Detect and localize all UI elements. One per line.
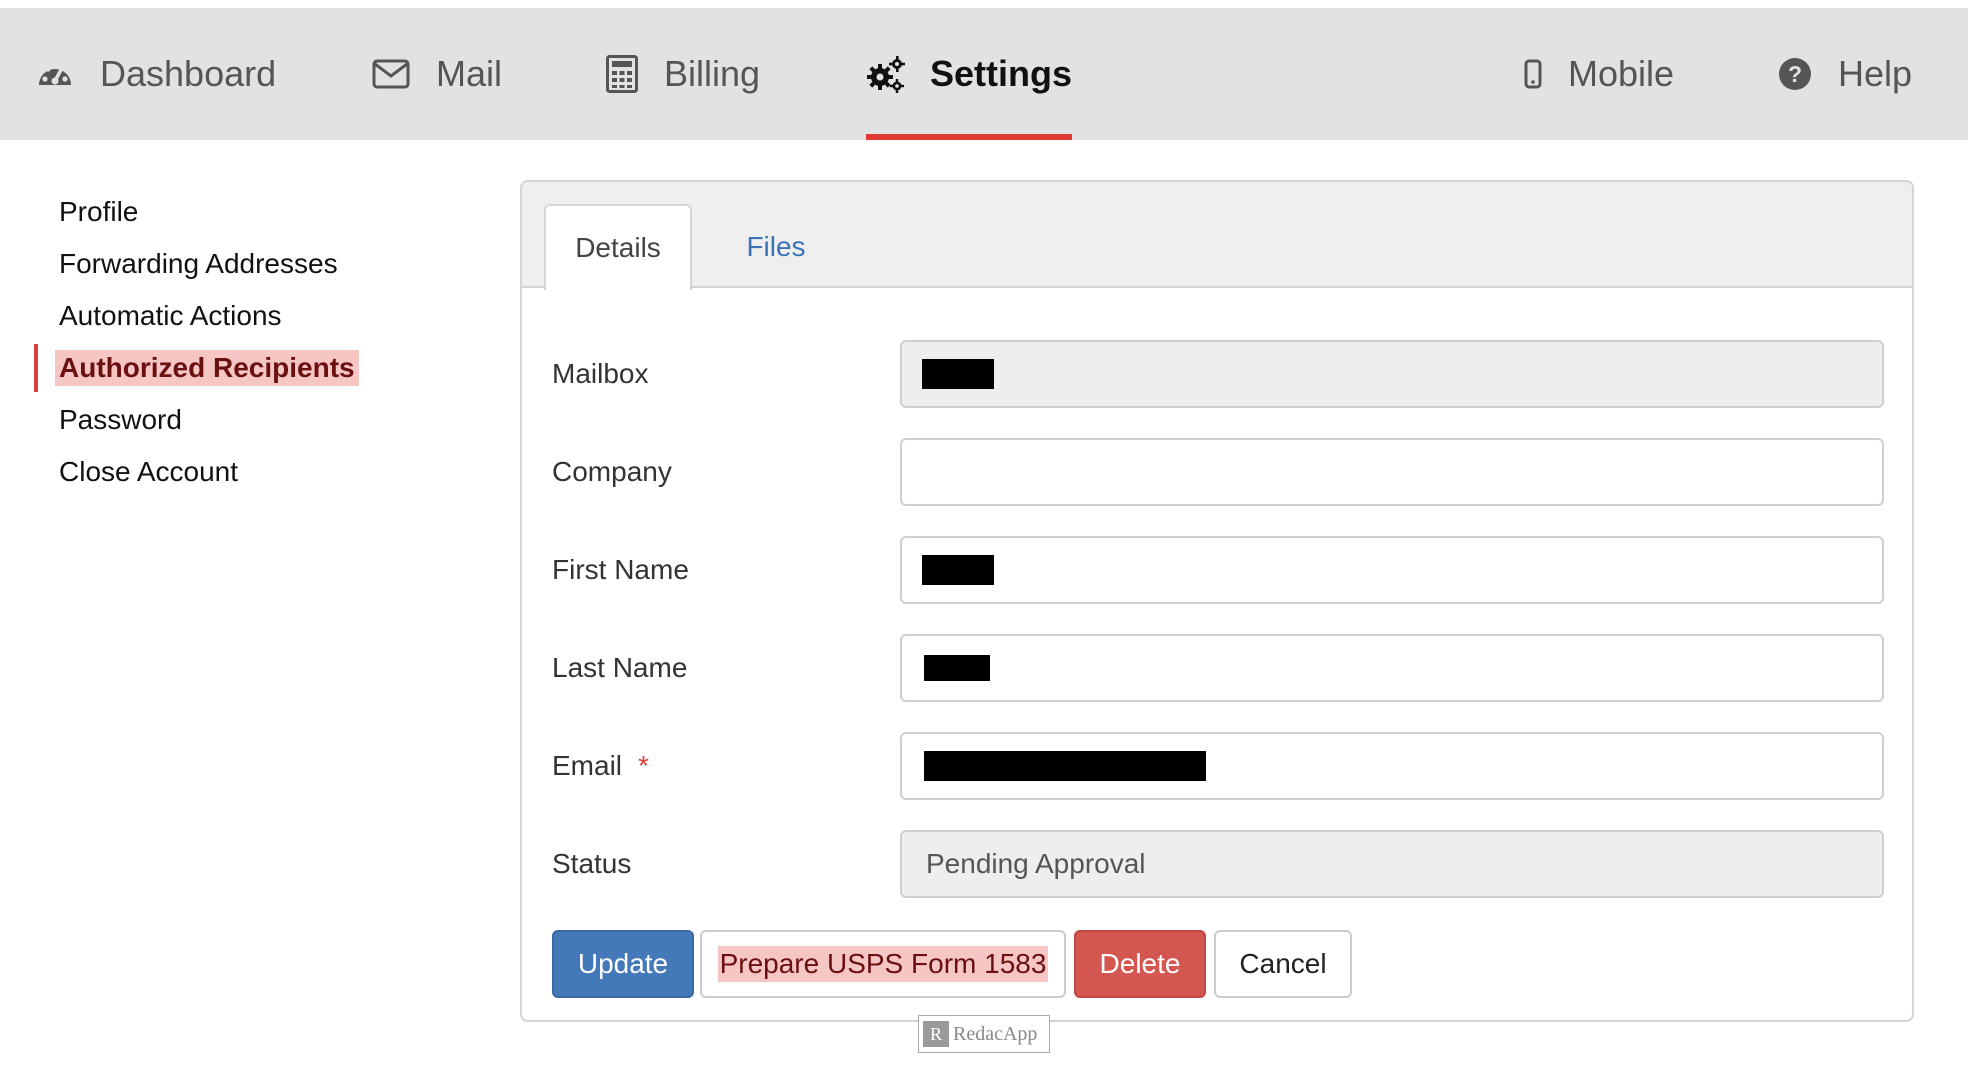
nav-item-billing[interactable]: Billing	[606, 8, 760, 140]
email-row: Email *	[552, 732, 1884, 800]
sidebar-item-close-account[interactable]: Close Account	[34, 446, 454, 498]
redaction-block	[922, 555, 994, 585]
tab-strip: Details Files	[522, 182, 1912, 290]
sidebar-item-label: Password	[59, 404, 182, 435]
prepare-usps-form-button[interactable]: Prepare USPS Form 1583	[700, 930, 1066, 998]
sidebar-item-authorized-recipients[interactable]: Authorized Recipients	[34, 342, 454, 394]
gears-icon	[866, 55, 906, 93]
nav-label-help: Help	[1838, 53, 1913, 94]
sidebar-item-automatic-actions[interactable]: Automatic Actions	[34, 290, 454, 342]
sidebar-item-label: Authorized Recipients	[55, 350, 359, 386]
watermark-text: RedacApp	[953, 1022, 1038, 1045]
question-circle-icon: ?	[1778, 57, 1812, 91]
settings-sidebar: Profile Forwarding Addresses Automatic A…	[34, 186, 454, 498]
first-name-row: First Name	[552, 536, 1884, 604]
redaction-block	[922, 359, 994, 389]
nav-item-mobile[interactable]: Mobile	[1524, 8, 1674, 140]
sidebar-item-label: Close Account	[59, 456, 238, 487]
last-name-input[interactable]	[900, 634, 1884, 702]
prepare-usps-form-label: Prepare USPS Form 1583	[717, 946, 1049, 982]
sidebar-item-label: Profile	[59, 196, 139, 227]
envelope-icon	[372, 59, 410, 89]
svg-text:?: ?	[1788, 61, 1802, 87]
mailbox-row: Mailbox	[552, 340, 1884, 408]
tab-files[interactable]: Files	[702, 204, 850, 290]
calculator-icon	[606, 55, 638, 93]
tab-label: Details	[575, 232, 661, 263]
nav-item-settings[interactable]: Settings	[866, 8, 1073, 140]
first-name-input[interactable]	[900, 536, 1884, 604]
required-marker: *	[638, 750, 649, 781]
redacapp-logo-icon: R	[923, 1021, 949, 1047]
status-row: Status	[552, 830, 1884, 898]
redaction-block	[924, 751, 1206, 781]
nav-label-billing: Billing	[664, 53, 761, 94]
company-input[interactable]	[900, 438, 1884, 506]
status-field	[900, 830, 1884, 898]
company-row: Company	[552, 438, 1884, 506]
mobile-phone-icon	[1524, 59, 1542, 89]
nav-item-dashboard[interactable]: Dashboard	[36, 8, 276, 140]
nav-item-mail[interactable]: Mail	[372, 8, 502, 140]
recipient-details-panel: Details Files Mailbox Company First Name…	[520, 180, 1914, 1022]
sidebar-item-label: Forwarding Addresses	[59, 248, 338, 279]
last-name-label: Last Name	[552, 652, 688, 683]
status-label: Status	[552, 848, 632, 879]
redaction-block	[924, 655, 990, 681]
delete-button[interactable]: Delete	[1074, 930, 1206, 998]
nav-item-help[interactable]: ? Help	[1778, 8, 1912, 140]
cancel-button[interactable]: Cancel	[1214, 930, 1352, 998]
nav-label-settings: Settings	[930, 53, 1073, 94]
email-label: Email *	[552, 732, 649, 800]
sidebar-item-forwarding-addresses[interactable]: Forwarding Addresses	[34, 238, 454, 290]
company-label: Company	[552, 456, 672, 487]
email-input[interactable]	[900, 732, 1884, 800]
tab-label: Files	[746, 231, 806, 262]
sidebar-item-password[interactable]: Password	[34, 394, 454, 446]
last-name-row: Last Name	[552, 634, 1884, 702]
nav-label-mobile: Mobile	[1568, 53, 1675, 94]
dashboard-icon	[36, 55, 74, 93]
redacapp-watermark: R RedacApp	[918, 1015, 1050, 1053]
first-name-label: First Name	[552, 554, 689, 585]
mailbox-field	[900, 340, 1884, 408]
tab-details[interactable]: Details	[544, 204, 692, 290]
sidebar-item-profile[interactable]: Profile	[34, 186, 454, 238]
nav-label-dashboard: Dashboard	[100, 53, 277, 94]
mailbox-label: Mailbox	[552, 358, 649, 389]
top-navigation: Dashboard Mail Billing Settings Mobile ?…	[0, 8, 1968, 140]
sidebar-item-label: Automatic Actions	[59, 300, 282, 331]
email-label-text: Email	[552, 750, 623, 781]
nav-label-mail: Mail	[436, 53, 503, 94]
update-button[interactable]: Update	[552, 930, 694, 998]
